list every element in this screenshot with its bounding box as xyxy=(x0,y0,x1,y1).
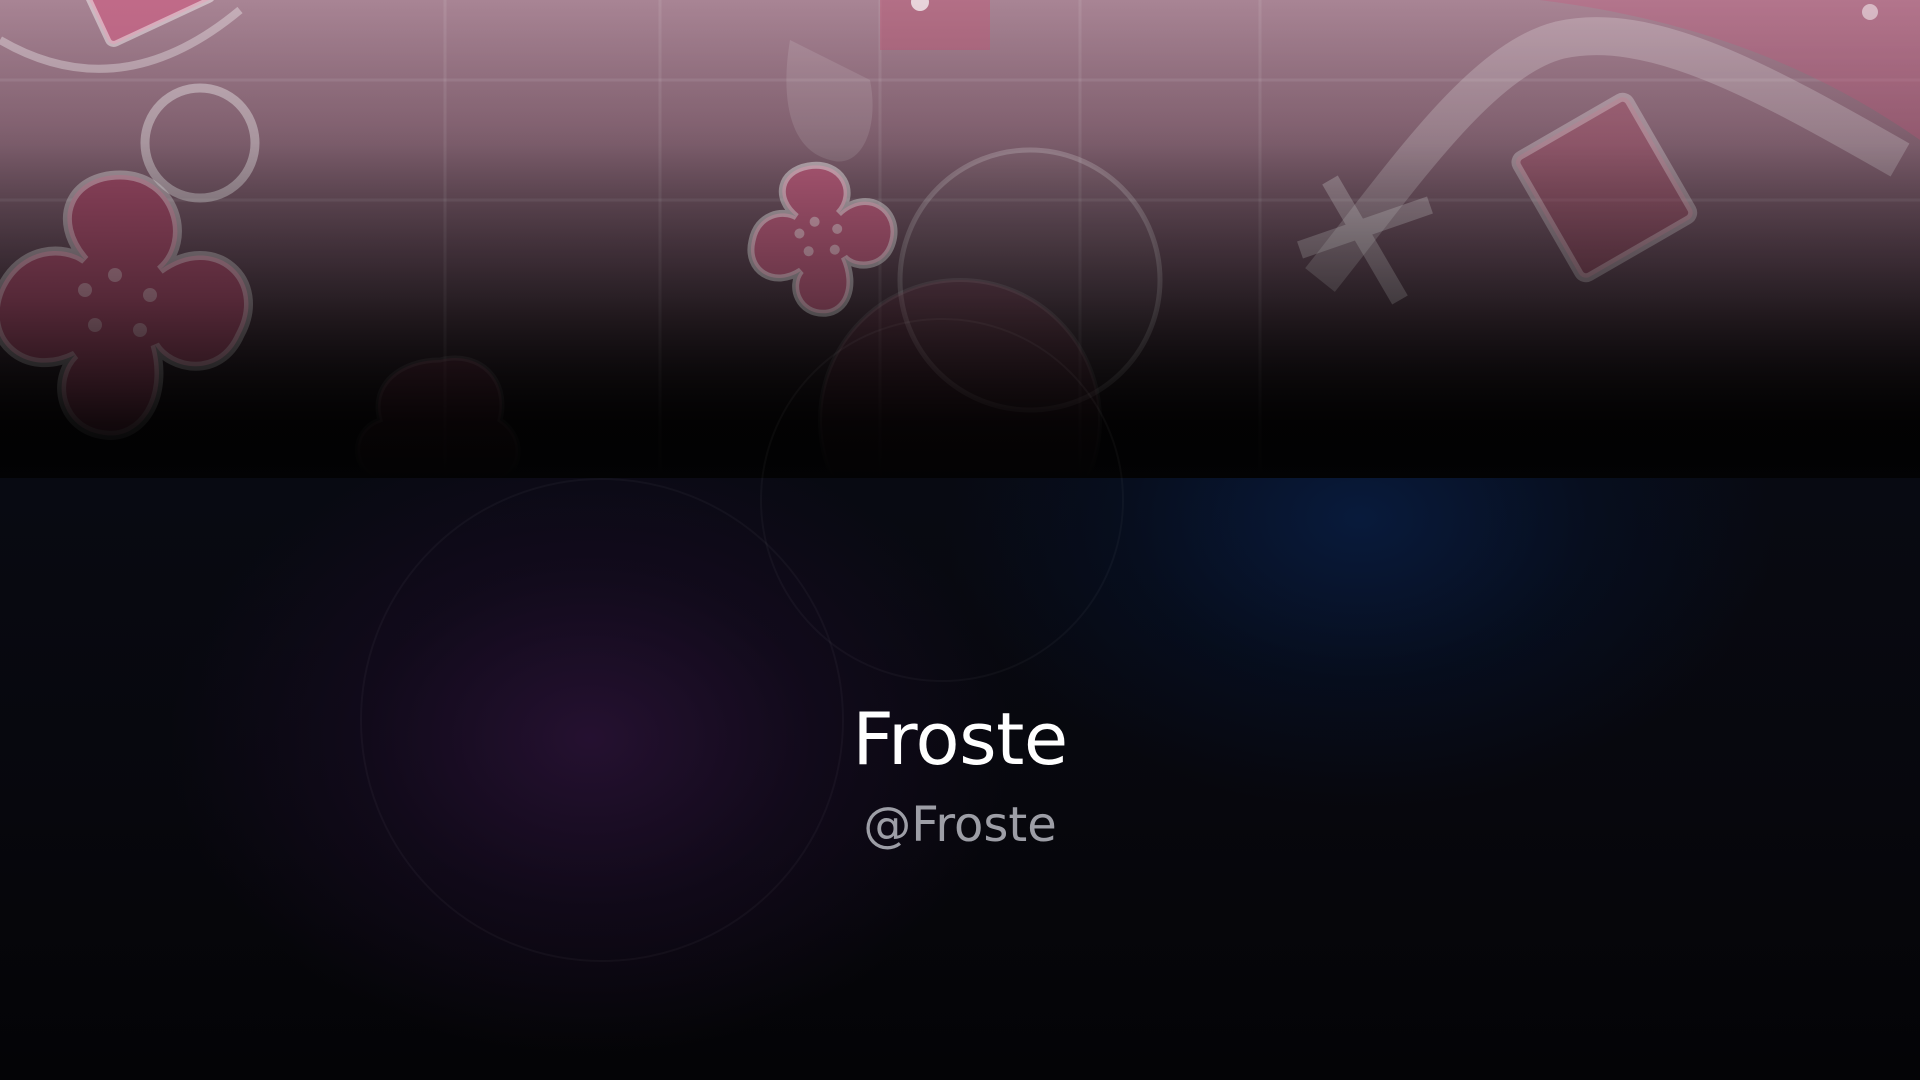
display-name: Froste xyxy=(852,697,1068,781)
profile-info: Froste @Froste xyxy=(0,690,1920,862)
user-handle: @Froste xyxy=(863,797,1057,853)
decorative-ring xyxy=(760,318,1124,682)
profile-screen: Froste @Froste xyxy=(0,0,1920,1080)
